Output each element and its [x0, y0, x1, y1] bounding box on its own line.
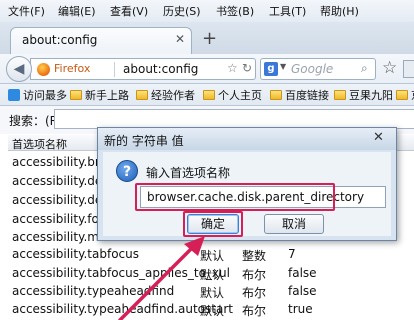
menu-bar: 文件(F) 编辑(E) 查看(V) 历史(S) 书签(B) 工具(T) 帮助(H…: [0, 0, 414, 22]
url-text[interactable]: about:config: [123, 62, 198, 76]
folder-icon: [203, 90, 215, 100]
pref-type: 布尔: [242, 304, 267, 318]
bookmark-folder[interactable]: 个人主页: [203, 87, 262, 103]
table-row[interactable]: accessibility.tabfocus 默认 整数 7: [8, 245, 414, 264]
tab-about-config[interactable]: about:config ✕: [10, 27, 192, 54]
pref-type: 布尔: [242, 268, 267, 282]
url-divider: [114, 62, 115, 77]
bookmark-label: 豆果九阳: [349, 89, 393, 102]
menu-file[interactable]: 文件(F): [8, 3, 45, 19]
pref-name: accessibility.typeaheadfind: [12, 284, 175, 298]
close-icon[interactable]: ✕: [373, 130, 384, 145]
star-icon[interactable]: ☆: [227, 61, 238, 75]
url-bar[interactable]: Firefox about:config ☆ ↻: [30, 58, 256, 80]
ok-highlight-box: [183, 211, 243, 237]
pref-type: 整数: [242, 249, 267, 263]
pref-name: accessibility.tabfocus: [12, 247, 139, 261]
dialog-titlebar: 新的 字符串 值 ✕: [98, 128, 396, 150]
pref-status: 默认: [200, 268, 225, 282]
menu-history[interactable]: 历史(S): [163, 3, 201, 19]
bookmark-folder[interactable]: 百度链接: [270, 87, 329, 103]
close-icon[interactable]: ✕: [175, 32, 185, 46]
pref-status: 默认: [200, 249, 225, 263]
pref-name: accessibility.tabfocus_applies_to_xul: [12, 266, 230, 280]
folder-icon: [334, 90, 346, 100]
cancel-button[interactable]: 取消: [264, 214, 324, 234]
menu-tools[interactable]: 工具(T): [269, 3, 306, 19]
tab-title: about:config: [22, 33, 98, 47]
bookmark-folder[interactable]: 新手上路: [70, 87, 129, 103]
folder-icon: [70, 90, 82, 100]
bookmark-star-icon[interactable]: ☆: [382, 58, 397, 78]
identity-label[interactable]: Firefox: [54, 62, 90, 75]
pref-value: false: [288, 284, 317, 298]
bookmark-label: 新手上路: [85, 89, 129, 102]
search-icon[interactable]: ⌕: [361, 61, 368, 76]
overflow-button[interactable]: [403, 60, 414, 78]
new-tab-icon[interactable]: +: [202, 28, 217, 49]
google-icon[interactable]: g: [264, 62, 278, 76]
firefox-icon: [37, 63, 50, 76]
menu-help[interactable]: 帮助(H): [320, 3, 359, 19]
input-highlight-box: [135, 183, 335, 211]
bookmark-label: 个人主页: [218, 89, 262, 102]
table-row[interactable]: accessibility.typeaheadfind.autostart 默认…: [8, 300, 414, 319]
folder-icon: [270, 90, 282, 100]
back-arrow-icon: ◀: [13, 61, 25, 77]
bookmark-most-visited[interactable]: 访问最多: [8, 87, 67, 103]
search-bar[interactable]: g ▼ Google ⌕: [260, 58, 376, 80]
filter-input[interactable]: [54, 109, 414, 129]
chevron-down-icon[interactable]: ▼: [280, 62, 286, 71]
pref-status: 默认: [200, 304, 225, 318]
table-row[interactable]: accessibility.tabfocus_applies_to_xul 默认…: [8, 264, 414, 283]
dialog-prompt: 输入首选项名称: [146, 166, 231, 180]
bookmark-folder[interactable]: 京: [396, 87, 414, 103]
bookmark-item-icon: [8, 89, 20, 101]
bookmark-folder[interactable]: 经验作者: [136, 87, 195, 103]
pref-value: 7: [288, 247, 296, 261]
reload-icon[interactable]: ↻: [242, 61, 252, 75]
dialog-title: 新的 字符串 值: [104, 134, 184, 148]
bookmark-label: 访问最多: [23, 89, 67, 102]
menu-view[interactable]: 查看(V): [110, 3, 148, 19]
menu-edit[interactable]: 编辑(E): [58, 3, 96, 19]
column-header-name[interactable]: 首选项名称: [12, 136, 67, 152]
folder-icon: [136, 90, 148, 100]
bookmark-label: 经验作者: [151, 89, 195, 102]
pref-status: 默认: [200, 286, 225, 300]
pref-value: true: [288, 302, 313, 316]
pref-value: false: [288, 266, 317, 280]
bookmark-folder[interactable]: 豆果九阳: [334, 87, 393, 103]
search-placeholder[interactable]: Google: [291, 62, 333, 76]
table-row[interactable]: accessibility.typeaheadfind 默认 布尔 false: [8, 282, 414, 301]
question-icon: ?: [116, 160, 138, 182]
bookmark-label: 百度链接: [285, 89, 329, 102]
menu-bookmarks[interactable]: 书签(B): [216, 3, 254, 19]
bookmarks-bar: 访问最多 新手上路 经验作者 个人主页 百度链接 豆果九阳 京: [0, 84, 414, 106]
folder-icon: [396, 90, 408, 100]
back-button[interactable]: ◀: [6, 56, 32, 82]
pref-type: 布尔: [242, 286, 267, 300]
